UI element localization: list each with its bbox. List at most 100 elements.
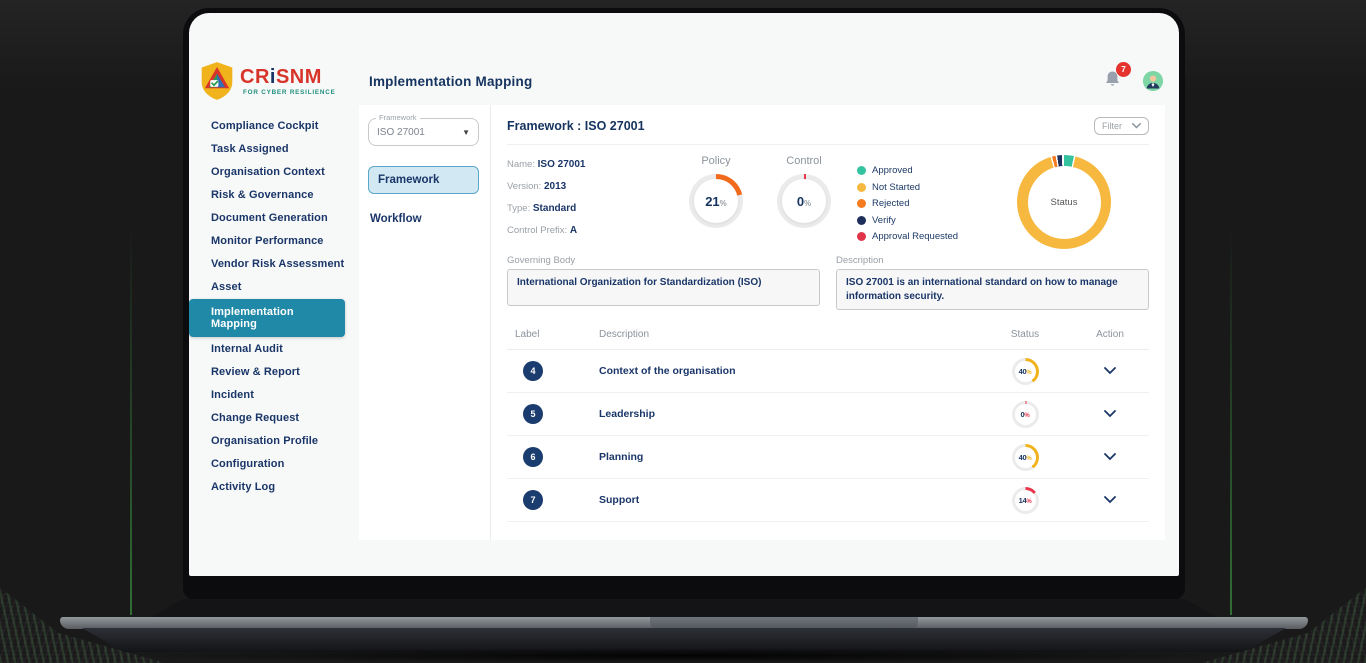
policy-gauge-ring: 21% bbox=[689, 174, 743, 228]
framework-select-label: Framework bbox=[376, 113, 420, 122]
framework-fields: Governing Body International Organizatio… bbox=[507, 255, 1149, 310]
chevron-down-icon bbox=[1132, 123, 1141, 129]
governing-body-field: Governing Body International Organizatio… bbox=[507, 255, 820, 310]
sidebar-item-configuration[interactable]: Configuration bbox=[189, 453, 359, 475]
tab-column: Framework ISO 27001 ▼ Framework Workflow bbox=[359, 105, 491, 540]
header-action: Action bbox=[1071, 329, 1149, 340]
meta-version: Version: 2013 bbox=[507, 181, 675, 192]
row-label-badge: 7 bbox=[523, 490, 543, 510]
chevron-down-icon bbox=[1104, 496, 1116, 504]
control-gauge-ring: 0% bbox=[777, 174, 831, 228]
expand-row-button[interactable] bbox=[1104, 491, 1116, 509]
description-field: Description ISO 27001 is an internationa… bbox=[836, 255, 1149, 310]
sidebar-item-incident[interactable]: Incident bbox=[189, 384, 359, 406]
table-row: 5 Leadership 0% bbox=[507, 393, 1149, 436]
chevron-down-icon bbox=[1104, 453, 1116, 461]
clauses-table: Label Description Status Action 4 Contex… bbox=[507, 325, 1149, 522]
notifications-button[interactable]: 7 bbox=[1104, 70, 1121, 93]
row-status-ring: 14% bbox=[1012, 487, 1039, 514]
meta-name: Name: ISO 27001 bbox=[507, 159, 675, 170]
legend-item-not-started: Not Started bbox=[857, 182, 958, 193]
sidebar-item-risk-governance[interactable]: Risk & Governance bbox=[189, 184, 359, 206]
framework-meta: Name: ISO 27001 Version: 2013 Type: Stan… bbox=[507, 155, 675, 247]
tab-framework[interactable]: Framework bbox=[368, 166, 479, 194]
expand-row-button[interactable] bbox=[1104, 405, 1116, 423]
sidebar-item-implementation-mapping[interactable]: Implementation Mapping bbox=[189, 299, 345, 337]
policy-gauge: Policy 21% bbox=[689, 155, 743, 228]
framework-select[interactable]: Framework ISO 27001 ▼ bbox=[368, 118, 479, 146]
glitch-line-right bbox=[1230, 225, 1232, 615]
row-description: Planning bbox=[599, 451, 979, 463]
brand-tagline: FOR CYBER RESILIENCE bbox=[240, 89, 339, 96]
row-status-ring: 40% bbox=[1012, 444, 1039, 471]
row-description: Context of the organisation bbox=[599, 365, 979, 377]
sidebar-item-organisation-context[interactable]: Organisation Context bbox=[189, 161, 359, 183]
governing-body-label: Governing Body bbox=[507, 255, 820, 266]
tagline-text: FOR CYBER RESILIENCE bbox=[243, 89, 336, 96]
header-status: Status bbox=[979, 329, 1071, 340]
status-legend: Approved Not Started Rejected Verify App… bbox=[857, 155, 958, 248]
expand-row-button[interactable] bbox=[1104, 362, 1116, 380]
notification-badge: 7 bbox=[1116, 62, 1131, 77]
content-area: Framework : ISO 27001 Filter Name: ISO 2… bbox=[491, 105, 1165, 540]
sidebar-nav: Compliance Cockpit Task Assigned Organis… bbox=[189, 105, 359, 540]
brand-part-3: SNM bbox=[276, 66, 322, 88]
legend-dot bbox=[857, 216, 866, 225]
sidebar-item-internal-audit[interactable]: Internal Audit bbox=[189, 338, 359, 360]
app-body: Compliance Cockpit Task Assigned Organis… bbox=[189, 105, 1179, 540]
header-label: Label bbox=[507, 329, 599, 340]
legend-item-verify: Verify bbox=[857, 215, 958, 226]
glitch-line-left bbox=[130, 225, 132, 615]
row-label-badge: 4 bbox=[523, 361, 543, 381]
shield-logo-icon bbox=[199, 60, 235, 102]
brand-logo[interactable]: CRiSNM FOR CYBER RESILIENCE bbox=[197, 60, 359, 102]
filter-select-value: Filter bbox=[1102, 121, 1122, 131]
content-title: Framework : ISO 27001 bbox=[507, 119, 645, 133]
title-divider bbox=[507, 144, 1149, 145]
control-gauge-label: Control bbox=[777, 155, 831, 167]
sidebar-item-document-generation[interactable]: Document Generation bbox=[189, 207, 359, 229]
legend-item-approval-requested: Approval Requested bbox=[857, 231, 958, 242]
legend-dot bbox=[857, 183, 866, 192]
sidebar-item-compliance-cockpit[interactable]: Compliance Cockpit bbox=[189, 115, 359, 137]
sidebar-item-monitor-performance[interactable]: Monitor Performance bbox=[189, 230, 359, 252]
table-row: 6 Planning 40% bbox=[507, 436, 1149, 479]
user-avatar[interactable] bbox=[1143, 71, 1163, 91]
brand-part-1: CR bbox=[240, 66, 270, 88]
legend-dot bbox=[857, 166, 866, 175]
legend-dot bbox=[857, 199, 866, 208]
framework-details: Name: ISO 27001 Version: 2013 Type: Stan… bbox=[507, 155, 1149, 249]
description-value: ISO 27001 is an international standard o… bbox=[836, 269, 1149, 310]
chevron-down-icon bbox=[1104, 410, 1116, 418]
meta-type: Type: Standard bbox=[507, 203, 675, 214]
row-label-badge: 5 bbox=[523, 404, 543, 424]
meta-control-prefix: Control Prefix: A bbox=[507, 225, 675, 236]
sidebar-item-review-report[interactable]: Review & Report bbox=[189, 361, 359, 383]
chevron-down-icon bbox=[1104, 367, 1116, 375]
sidebar-item-activity-log[interactable]: Activity Log bbox=[189, 476, 359, 498]
legend-dot bbox=[857, 232, 866, 241]
caret-down-icon: ▼ bbox=[462, 128, 470, 137]
legend-item-rejected: Rejected bbox=[857, 198, 958, 209]
status-donut-chart: Status bbox=[1017, 155, 1111, 249]
sidebar-item-asset[interactable]: Asset bbox=[189, 276, 359, 298]
sidebar-item-task-assigned[interactable]: Task Assigned bbox=[189, 138, 359, 160]
laptop-hinge bbox=[150, 599, 1218, 618]
table-row: 4 Context of the organisation 40% bbox=[507, 350, 1149, 393]
main-panel: Framework ISO 27001 ▼ Framework Workflow… bbox=[359, 105, 1165, 540]
table-row: 7 Support 14% bbox=[507, 479, 1149, 522]
filter-select[interactable]: Filter bbox=[1094, 117, 1149, 135]
row-status-ring: 40% bbox=[1012, 358, 1039, 385]
app-header: CRiSNM FOR CYBER RESILIENCE Implementati… bbox=[189, 13, 1179, 105]
brand-name: CRiSNM bbox=[240, 67, 339, 87]
policy-gauge-label: Policy bbox=[689, 155, 743, 167]
sidebar-item-change-request[interactable]: Change Request bbox=[189, 407, 359, 429]
framework-select-value: ISO 27001 bbox=[377, 127, 462, 138]
expand-row-button[interactable] bbox=[1104, 448, 1116, 466]
description-label: Description bbox=[836, 255, 1149, 266]
tab-workflow[interactable]: Workflow bbox=[368, 204, 479, 234]
app-screen: CRiSNM FOR CYBER RESILIENCE Implementati… bbox=[189, 13, 1179, 576]
governing-body-value: International Organization for Standardi… bbox=[507, 269, 820, 306]
sidebar-item-organisation-profile[interactable]: Organisation Profile bbox=[189, 430, 359, 452]
sidebar-item-vendor-risk-assessment[interactable]: Vendor Risk Assessment bbox=[189, 253, 359, 275]
